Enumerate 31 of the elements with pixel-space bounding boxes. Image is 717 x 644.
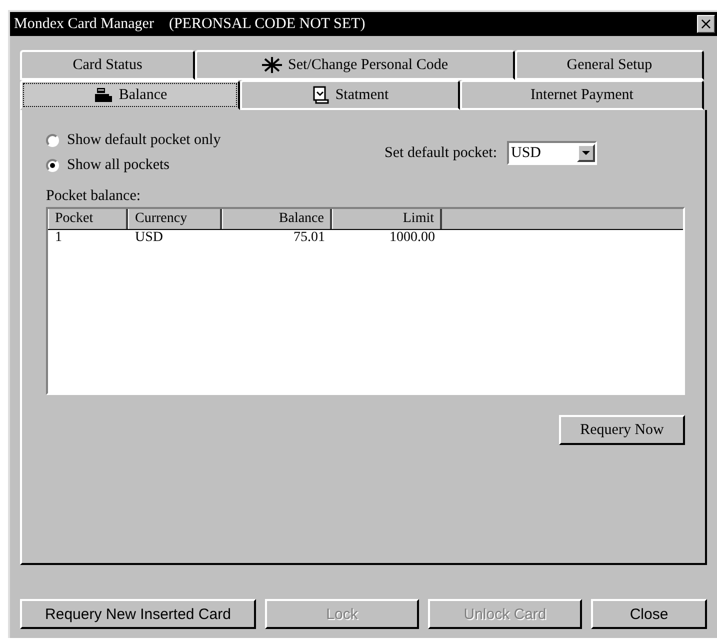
column-header[interactable]: Limit — [332, 209, 442, 229]
tab[interactable]: Balance — [20, 80, 240, 110]
table-label: Pocket balance: — [46, 188, 142, 205]
scroll-icon — [311, 86, 330, 104]
dialog-button[interactable]: Close — [591, 599, 707, 629]
tab[interactable]: Internet Payment — [460, 80, 704, 110]
pocket-dropdown[interactable]: USD — [507, 141, 597, 165]
window-title: Mondex Card Manager (PERONSAL CODE NOT SET) — [14, 16, 366, 32]
tab[interactable]: Set/Change Personal Code — [195, 50, 515, 80]
tab[interactable]: Statment — [240, 80, 460, 110]
table-cell-text: 1 — [54, 230, 63, 246]
radio-icon[interactable] — [46, 159, 59, 172]
dialog-button[interactable]: Requery New Inserted Card — [20, 599, 256, 629]
requery-now-button[interactable]: Requery Now — [559, 415, 685, 445]
table-cell-text: 1000.00 — [388, 230, 436, 246]
radio-option[interactable]: Show all pockets — [46, 157, 221, 174]
dropdown-button[interactable] — [577, 144, 595, 162]
asterisk-icon — [262, 57, 282, 73]
table-cell-text: 75.01 — [292, 230, 326, 246]
tab[interactable]: Card Status — [20, 50, 195, 80]
radio-icon[interactable] — [46, 134, 59, 147]
field-label: Set default pocket: — [384, 144, 497, 162]
radio-option[interactable]: Show default pocket only — [46, 132, 221, 149]
caret-icon — [582, 151, 590, 155]
column-header[interactable]: Balance — [222, 209, 332, 229]
close-button[interactable]: × — [697, 15, 715, 33]
column-header[interactable]: Currency — [128, 209, 222, 229]
tab[interactable]: General Setup — [515, 50, 704, 80]
table-cell-text: USD — [134, 230, 164, 246]
column-header[interactable]: Pocket — [48, 209, 128, 229]
cash-register-icon — [92, 87, 113, 103]
